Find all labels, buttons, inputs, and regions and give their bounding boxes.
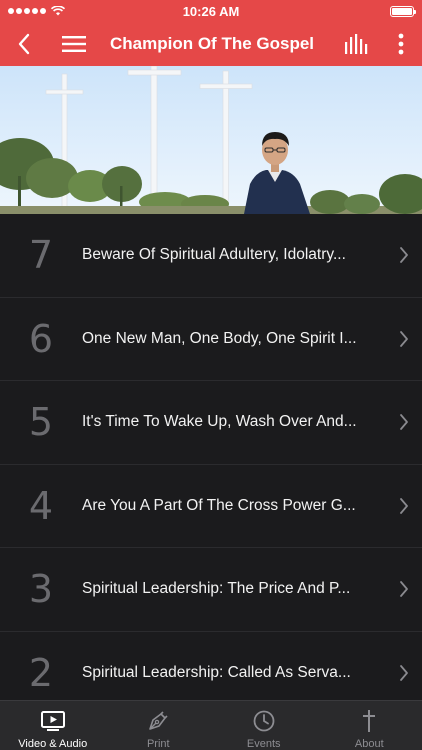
episode-list: 7 Beware Of Spiritual Adultery, Idolatry… (0, 214, 422, 700)
list-item[interactable]: 5 It's Time To Wake Up, Wash Over And... (0, 381, 422, 465)
tab-label: Print (146, 738, 170, 750)
more-vertical-icon (398, 33, 404, 55)
hero-banner-image (0, 66, 422, 214)
nav-bar: Champion Of The Gospel (0, 22, 422, 66)
episode-title: It's Time To Wake Up, Wash Over And... (82, 413, 357, 431)
episode-title: Are You A Part Of The Cross Power G... (82, 496, 356, 514)
tab-label: Video & Audio (18, 738, 88, 750)
episode-number: 4 (28, 483, 54, 528)
wifi-icon (51, 6, 65, 16)
cross-icon (361, 708, 377, 734)
list-item[interactable]: 2 Spiritual Leadership: Called As Serva.… (0, 631, 422, 700)
battery-icon (390, 5, 416, 17)
list-item[interactable]: 4 Are You A Part Of The Cross Power G... (0, 464, 422, 548)
page-title: Champion Of The Gospel (110, 34, 315, 53)
hamburger-icon (62, 36, 86, 52)
episode-number: 5 (28, 400, 54, 445)
tab-events[interactable]: Events (211, 701, 317, 750)
signal-wifi-group (8, 6, 65, 16)
chevron-right-icon (386, 580, 422, 598)
equalizer-icon (345, 34, 368, 54)
episode-title: Spiritual Leadership: The Price And P... (82, 580, 351, 598)
signal-strength-icon (8, 8, 46, 14)
tab-print[interactable]: Print (106, 701, 212, 750)
chevron-right-icon (386, 246, 422, 264)
equalizer-button[interactable] (336, 22, 376, 66)
pen-nib-icon (146, 708, 170, 734)
chevron-right-icon (386, 330, 422, 348)
menu-button[interactable] (54, 22, 94, 66)
more-button[interactable] (386, 22, 416, 66)
video-icon (40, 708, 66, 734)
tab-video-audio[interactable]: Video & Audio (0, 701, 106, 750)
list-item[interactable]: 6 One New Man, One Body, One Spirit I... (0, 297, 422, 381)
clock-icon (252, 708, 276, 734)
episode-number: 3 (28, 567, 54, 612)
episode-title: One New Man, One Body, One Spirit I... (82, 329, 357, 347)
chevron-right-icon (386, 664, 422, 682)
episode-title: Spiritual Leadership: Called As Serva... (82, 663, 351, 681)
episode-number: 6 (28, 316, 54, 361)
episode-title: Beware Of Spiritual Adultery, Idolatry..… (82, 246, 346, 264)
status-bar: 10:26 AM (0, 0, 422, 22)
episode-number: 7 (28, 233, 54, 278)
chevron-right-icon (386, 413, 422, 431)
tab-bar: Video & Audio Print Events About (0, 700, 422, 750)
tab-label: About (354, 738, 384, 750)
back-button[interactable] (12, 22, 36, 66)
episode-number: 2 (28, 650, 54, 695)
list-item[interactable]: 3 Spiritual Leadership: The Price And P.… (0, 548, 422, 632)
tab-label: Events (246, 738, 281, 750)
tab-about[interactable]: About (317, 701, 422, 750)
chevron-right-icon (386, 497, 422, 515)
list-item[interactable]: 7 Beware Of Spiritual Adultery, Idolatry… (0, 214, 422, 298)
chevron-left-icon (18, 33, 30, 55)
